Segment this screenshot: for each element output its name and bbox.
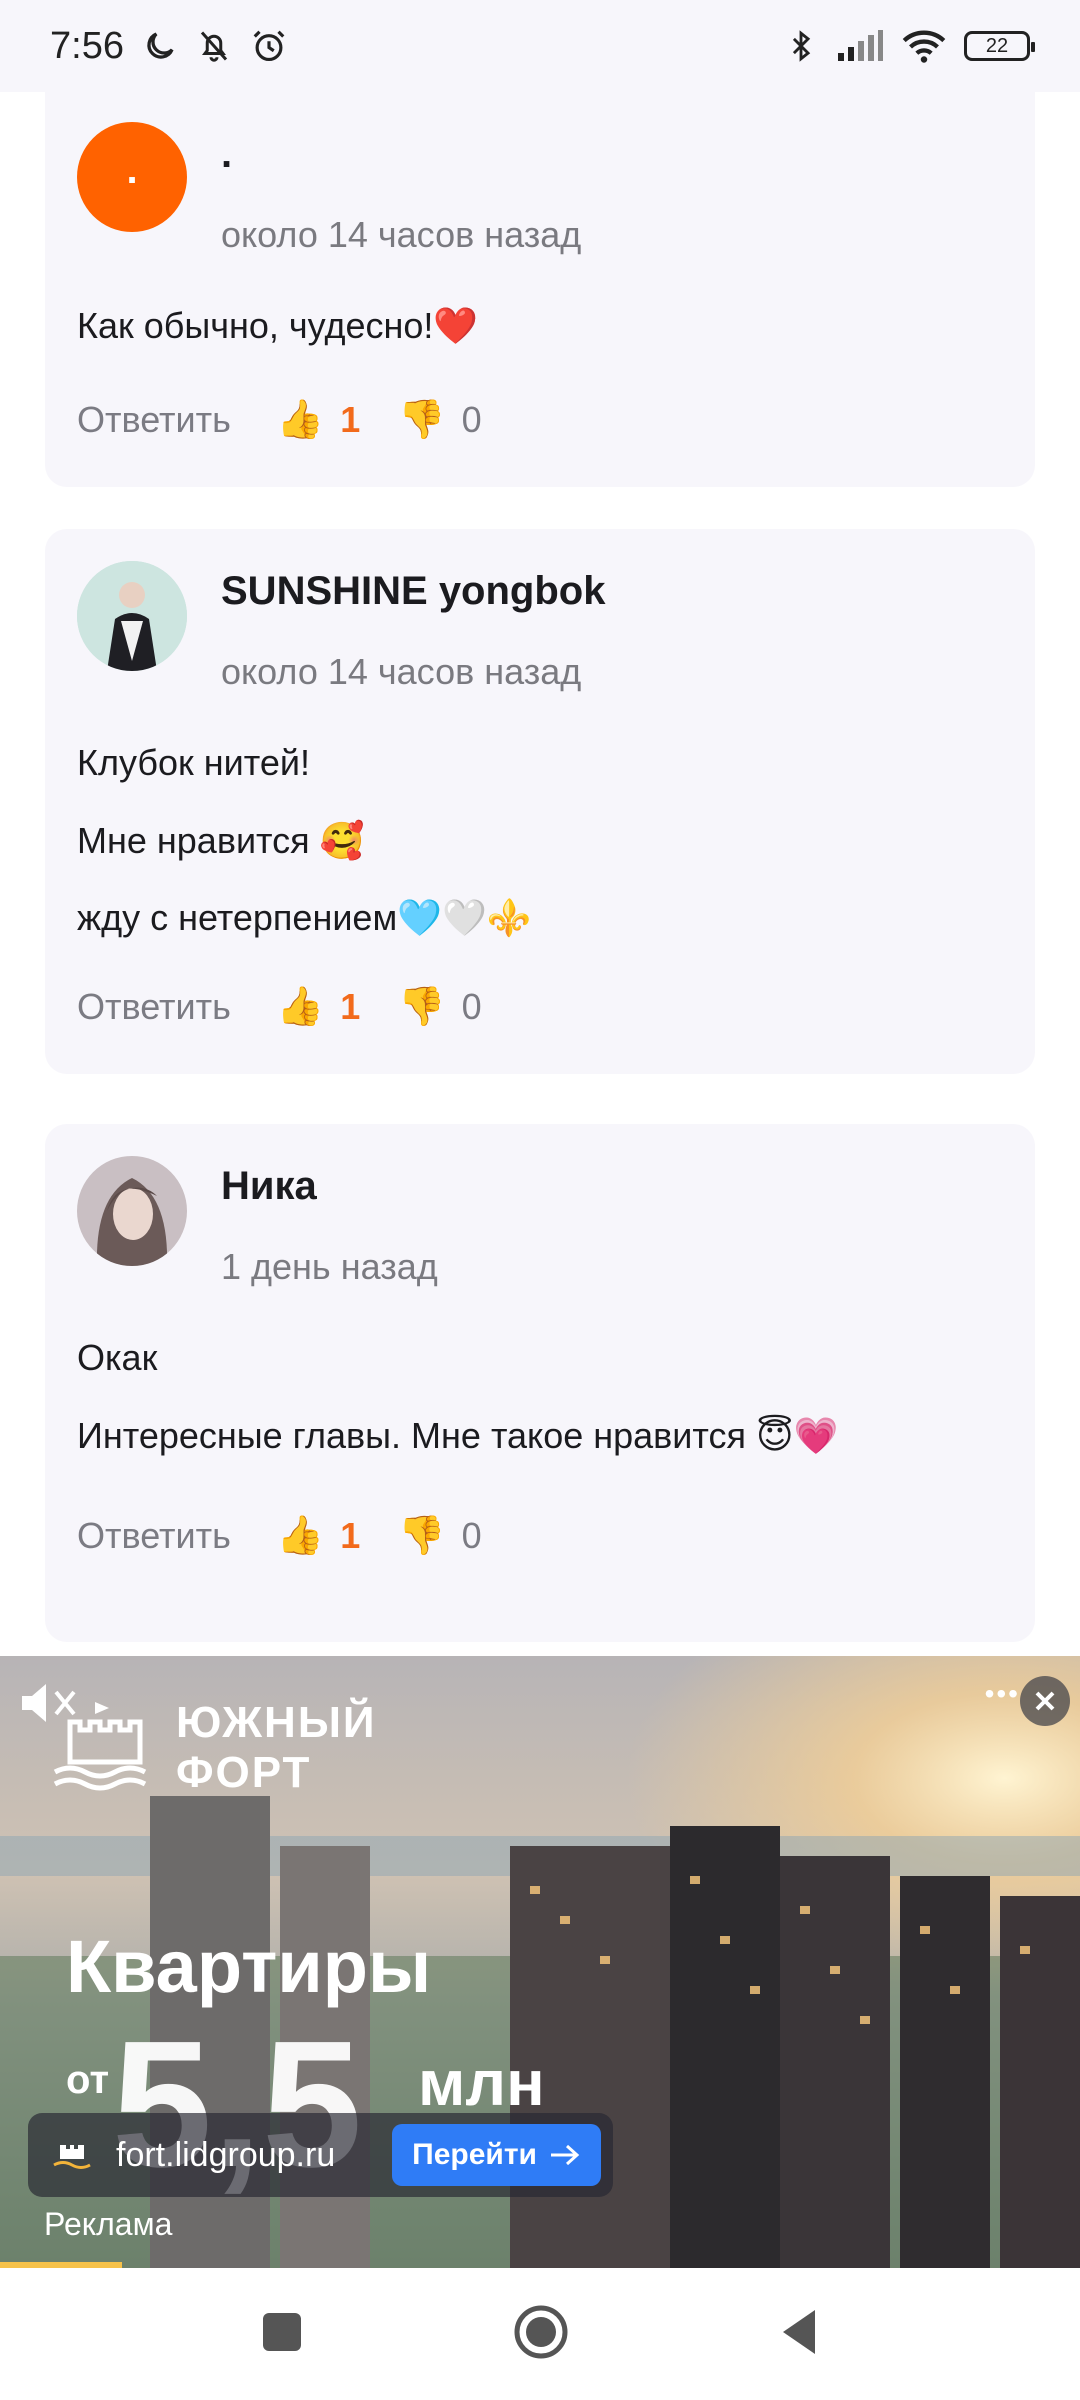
thumbs-down-icon: 👎 [398,986,446,1028]
comment-text: Как обычно, чудесно!❤️ [77,305,479,346]
thumbs-up-icon: 👍 [276,986,325,1028]
ad-headline: Квартиры [66,1925,432,2008]
reply-button[interactable]: Ответить [77,1515,231,1557]
like-button[interactable]: 👍 1 [277,398,398,442]
comment-actions: Ответить 👍 1 👎 0 [77,985,482,1029]
comment-text-line: Интересные главы. Мне такое нравится 😇💗 [77,1415,839,1456]
home-button[interactable] [513,2304,569,2365]
castle-logo-icon [50,1692,160,1797]
comment-author[interactable]: Ника [221,1164,317,1209]
thumbs-down-icon: 👎 [398,399,446,441]
thumbs-up-icon: 👍 [276,1515,325,1557]
reply-button[interactable]: Ответить [77,986,231,1028]
avatar-photo [77,561,187,671]
comment-text-line: Окак [77,1337,158,1378]
ad-domain[interactable]: fort.lidgroup.ru [116,2136,392,2175]
triangle-back-icon [783,2309,815,2354]
wifi-icon [902,28,946,64]
avatar-letter: . [126,147,138,192]
ad-site-icon [50,2133,94,2178]
comment-card: Ника 1 день назад Окак Интересные главы.… [45,1124,1035,1642]
like-count: 1 [340,399,361,440]
like-button[interactable]: 👍 1 [277,1514,398,1558]
like-count: 1 [340,1515,361,1556]
comment-card: . . около 14 часов назад Как обычно, чуд… [45,92,1035,487]
back-button[interactable] [779,2308,819,2361]
clock: 7:56 [50,24,124,67]
square-icon [263,2312,301,2351]
ad-close-button[interactable] [1020,1676,1070,1726]
signal-icon [836,29,884,63]
avatar[interactable] [77,561,187,671]
like-count: 1 [340,986,361,1027]
ad-price-from: от [66,2058,110,2102]
ad-link-bar[interactable]: fort.lidgroup.ru Перейти [28,2113,613,2197]
comment-time: около 14 часов назад [221,651,582,692]
moon-icon [142,28,178,64]
ad-label: Реклама [44,2206,173,2242]
ad-price-unit: млн [418,2047,545,2119]
bell-off-icon [196,28,232,64]
comment-author[interactable]: . [221,132,232,177]
dislike-count: 0 [461,1515,482,1556]
avatar[interactable]: . [77,122,187,232]
close-icon [1035,1691,1055,1711]
comment-text-line: Клубок нитей! [77,742,310,783]
dislike-count: 0 [461,399,482,440]
comment-card: SUNSHINE yongbok около 14 часов назад Кл… [45,529,1035,1074]
avatar[interactable] [77,1156,187,1266]
avatar-photo [77,1156,187,1266]
dislike-button[interactable]: 👎 0 [398,985,481,1029]
reply-button[interactable]: Ответить [77,399,231,441]
comment-text-line: Мне нравится 🥰 [77,820,365,861]
ad-more-icon[interactable]: ••• [985,1678,1020,1710]
dislike-button[interactable]: 👎 0 [398,1514,481,1558]
circle-icon [514,2305,568,2358]
comment-time: 1 день назад [221,1246,438,1287]
comment-text-line: жду с нетерпением🩵🤍⚜️ [77,897,532,938]
recents-button[interactable] [261,2311,303,2358]
comment-actions: Ответить 👍 1 👎 0 [77,398,482,442]
dislike-count: 0 [461,986,482,1027]
thumbs-up-icon: 👍 [276,399,325,441]
arrow-right-icon [551,2144,580,2166]
thumbs-down-icon: 👎 [398,1515,446,1557]
ad-brand: ЮЖНЫЙ ФОРТ [176,1698,377,1797]
like-button[interactable]: 👍 1 [277,985,398,1029]
status-bar: 7:56 22 [0,0,1080,92]
alarm-icon [250,27,288,65]
comment-actions: Ответить 👍 1 👎 0 [77,1514,482,1558]
comment-time: около 14 часов назад [221,214,582,255]
bluetooth-icon [784,27,818,65]
battery-indicator: 22 [964,31,1035,61]
ad-banner[interactable]: ЮЖНЫЙ ФОРТ ••• Квартиры от 5,5 млн fort.… [0,1656,1080,2268]
ad-go-button[interactable]: Перейти [392,2124,601,2186]
dislike-button[interactable]: 👎 0 [398,398,481,442]
comment-author[interactable]: SUNSHINE yongbok [221,569,605,614]
system-nav-bar [0,2268,1080,2400]
